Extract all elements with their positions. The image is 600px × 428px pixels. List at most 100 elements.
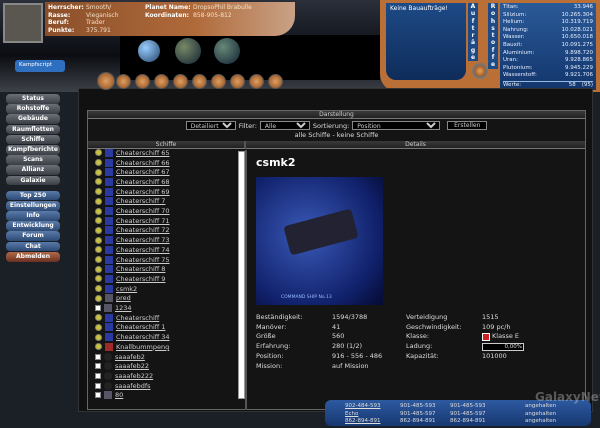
checkbox[interactable] [95,363,101,370]
ship-link[interactable]: Cheaterschiff [116,314,159,322]
nav-einstellungen[interactable]: Einstellungen [6,200,60,211]
gear-icon[interactable] [95,343,102,351]
nav-schiffe[interactable]: Schiffe [6,134,60,145]
gear-icon[interactable] [95,188,102,196]
ship-link[interactable]: Cheaterschiff 70 [116,207,170,215]
ship-link[interactable]: csmk2 [116,285,137,293]
checkbox[interactable] [95,305,101,312]
nav-forum[interactable]: Forum [6,231,60,242]
gear-icon[interactable] [95,226,102,234]
filter-select[interactable]: Alle [259,121,310,130]
ship-list-item[interactable]: 80 [95,391,123,401]
ship-list-item[interactable]: Cheaterschiff 34 [95,332,170,342]
fleet-cell[interactable]: 902-484-593 [345,403,380,411]
planet-3[interactable] [214,38,240,64]
ship-link[interactable]: saaafeb22 [115,362,149,370]
ship-list-item[interactable]: csmk2 [95,284,137,294]
gear-icon[interactable] [95,236,102,244]
nav-abmelden[interactable]: Abmelden [6,251,60,262]
ship-link[interactable]: Cheaterschiff 73 [116,236,170,244]
ship-link[interactable]: pred [116,294,131,302]
ship-list-item[interactable]: saaafebdfs [95,381,151,391]
ship-list-item[interactable]: saaafeb22 [95,361,149,371]
gear-icon[interactable] [95,178,102,186]
ship-list-item[interactable]: Knallbummpeng [95,342,169,352]
rohstoffe-label[interactable]: Rohstoffe [488,3,498,69]
ship-list-item[interactable]: Cheaterschiff 75 [95,255,170,265]
ship-link[interactable]: Cheaterschiff 7 [116,197,165,205]
nav-status[interactable]: Status [6,94,60,104]
toolbar-icon[interactable] [116,74,131,89]
create-button[interactable]: Erstellen [447,121,488,130]
gear-icon[interactable] [95,256,102,264]
checkbox[interactable] [95,392,101,399]
ship-link[interactable]: Cheaterschiff 75 [116,256,170,264]
ship-link[interactable]: Cheaterschiff 9 [116,275,165,283]
planet-1[interactable] [138,40,160,62]
ship-list-item[interactable]: Cheaterschiff 72 [95,226,170,236]
gear-icon[interactable] [95,275,102,283]
ship-link[interactable]: Cheaterschiff 34 [116,333,170,341]
ship-link[interactable]: 80 [115,391,123,399]
nav-top-250[interactable]: Top 250 [6,190,60,201]
ship-link[interactable]: Cheaterschiff 66 [116,159,170,167]
gear-icon[interactable] [95,314,102,322]
checkbox[interactable] [95,382,101,389]
ship-link[interactable]: Cheaterschiff 8 [116,265,165,273]
ship-list-item[interactable]: Cheaterschiff 7 [95,197,165,207]
ship-list-item[interactable]: Cheaterschiff 8 [95,264,165,274]
toolbar-icon[interactable] [154,74,169,89]
ship-list-item[interactable]: Cheaterschiff 70 [95,206,170,216]
ship-list-item[interactable]: Cheaterschiff 73 [95,235,170,245]
planet-2[interactable] [175,38,201,64]
ship-link[interactable]: 1234 [115,304,132,312]
gear-icon[interactable] [95,246,102,254]
ships-scrollbar[interactable] [238,151,245,399]
ship-list-item[interactable]: Cheaterschiff 67 [95,167,170,177]
player-portrait[interactable] [3,3,43,43]
toolbar-icon[interactable] [249,74,264,89]
fleet-cell[interactable]: Echo [345,411,380,419]
gear-icon[interactable] [95,207,102,215]
ship-link[interactable]: Cheaterschiff 71 [116,217,170,225]
ship-link[interactable]: Cheaterschiff 67 [116,168,170,176]
checkbox[interactable] [95,353,101,360]
toolbar-icon[interactable] [135,74,150,89]
ship-list-item[interactable]: Cheaterschiff 66 [95,158,170,168]
ship-list-item[interactable]: Cheaterschiff 9 [95,274,165,284]
toggle-icon[interactable] [472,63,488,79]
toolbar-icon[interactable] [230,74,245,89]
nav-rohstoffe[interactable]: Rohstoffe [6,104,60,114]
gear-icon[interactable] [95,323,102,331]
ship-link[interactable]: saaafebdfs [115,382,151,390]
ship-list-item[interactable]: Cheaterschiff 68 [95,177,170,187]
sort-select[interactable]: Position [352,121,441,130]
gear-icon[interactable] [95,197,102,205]
ship-link[interactable]: Cheaterschiff 65 [116,149,170,157]
ship-list-item[interactable]: pred [95,294,131,304]
ship-list-item[interactable]: Cheaterschiff 65 [95,148,170,158]
nav-kampfberichte[interactable]: Kampfberichte [6,144,60,155]
fleet-cell[interactable]: 862-894-891 [345,418,380,426]
ship-list-item[interactable]: Cheaterschiff 71 [95,216,170,226]
ship-list-item[interactable]: saaafeb222 [95,371,153,381]
nav-info[interactable]: Info [6,211,60,221]
gear-icon[interactable] [95,285,102,293]
gear-icon[interactable] [95,149,102,157]
ship-link[interactable]: saaafeb2 [115,353,145,361]
nav-raumflotten[interactable]: Raumflotten [6,124,60,135]
nav-gebäude[interactable]: Gebäude [6,114,60,125]
ship-link[interactable]: Cheaterschiff 74 [116,246,170,254]
nav-chat[interactable]: Chat [6,241,60,252]
toolbar-icon[interactable] [97,72,115,90]
kampfscript-button[interactable]: Kampfscript [15,60,65,72]
ship-link[interactable]: Cheaterschiff 1 [116,323,165,331]
nav-entwicklung[interactable]: Entwicklung [6,221,60,231]
gear-icon[interactable] [95,217,102,225]
auftraege-label[interactable]: Aufträge [468,3,478,62]
ship-list-item[interactable]: Cheaterschiff [95,313,159,323]
ship-link[interactable]: Cheaterschiff 68 [116,178,170,186]
checkbox[interactable] [95,372,101,379]
view-select[interactable]: Detailiert [185,121,236,130]
toolbar-icon[interactable] [173,74,188,89]
